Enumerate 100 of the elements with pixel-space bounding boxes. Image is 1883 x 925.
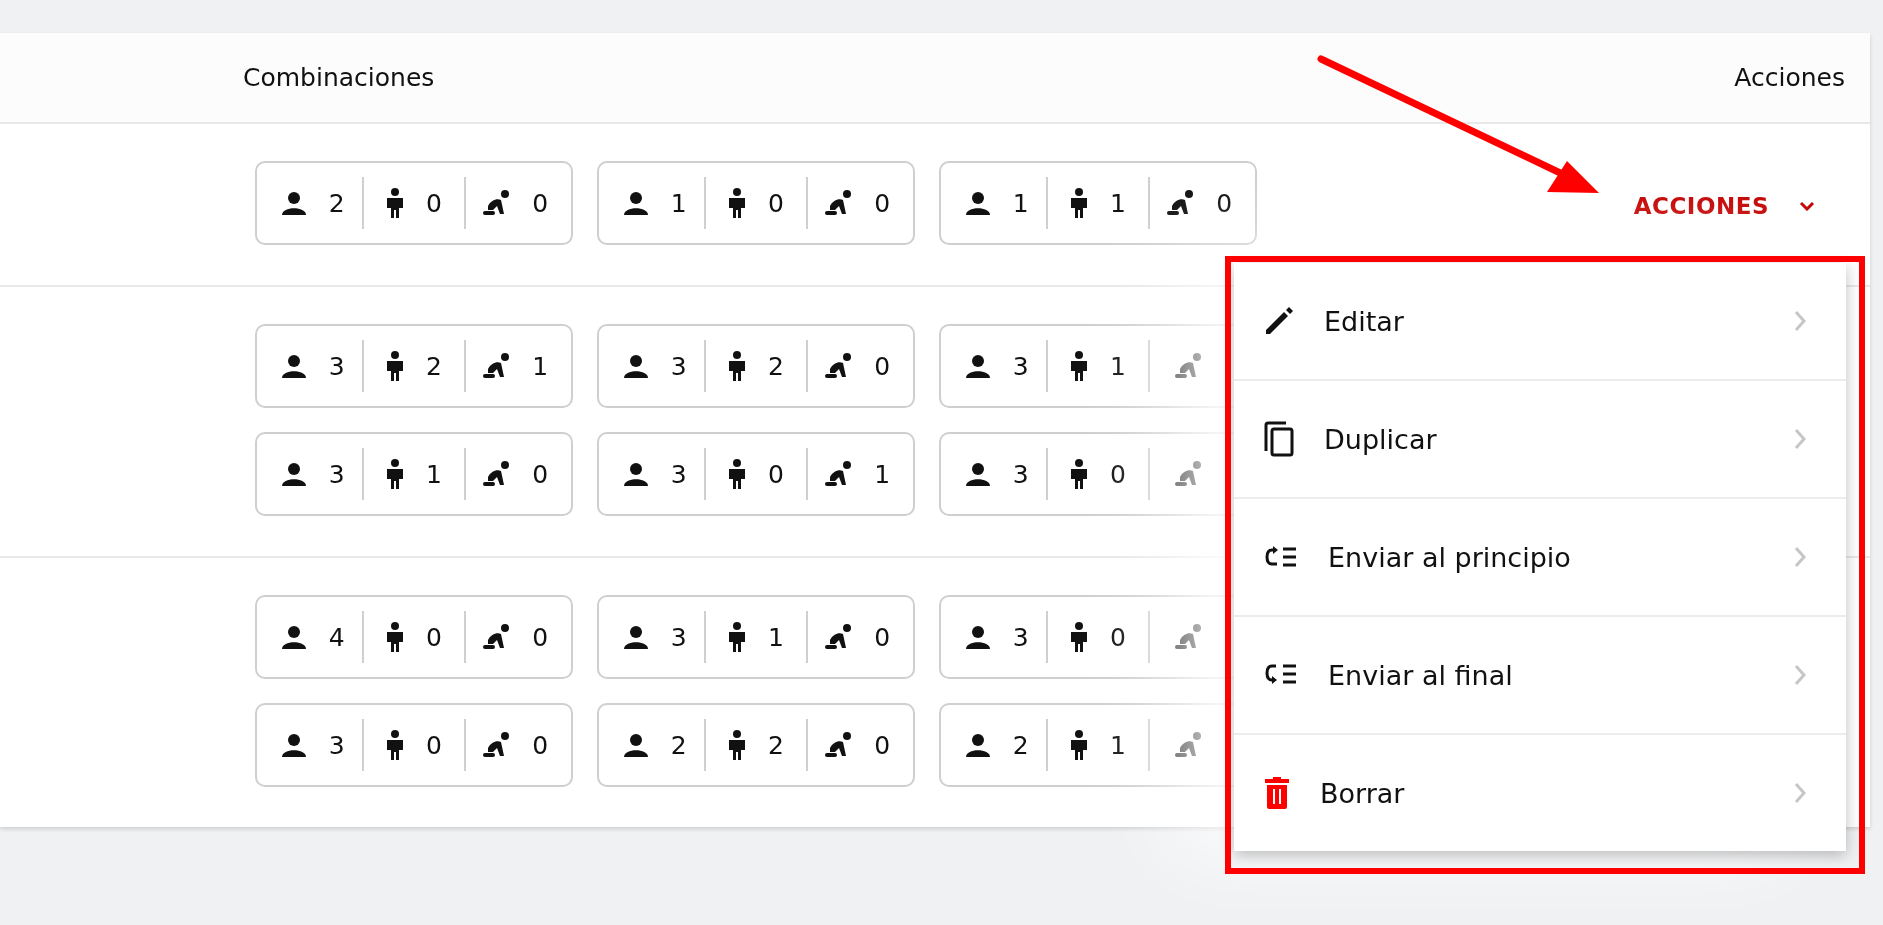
child-icon xyxy=(1070,730,1089,760)
child-icon xyxy=(1070,351,1089,381)
adult-count: 3 xyxy=(1012,459,1029,489)
person-icon xyxy=(622,733,649,757)
child-count: 2 xyxy=(768,351,784,381)
person-icon xyxy=(964,625,991,649)
adult-count: 3 xyxy=(1012,622,1029,652)
child-count: 0 xyxy=(426,188,442,218)
column-header: Combinaciones xyxy=(243,63,436,92)
baby-count: 0 xyxy=(1216,188,1233,218)
chevron-right-icon xyxy=(1794,546,1806,568)
adult-count: 3 xyxy=(670,622,687,652)
reorder-down-icon xyxy=(1264,663,1298,687)
crawling-baby-icon xyxy=(824,461,853,487)
adult-count: 2 xyxy=(328,188,345,218)
baby-count: 0 xyxy=(874,730,891,760)
person-icon xyxy=(964,733,991,757)
child-icon xyxy=(1070,188,1089,218)
person-icon xyxy=(964,354,991,378)
adult-count: 1 xyxy=(670,188,687,218)
child-icon xyxy=(386,188,405,218)
baby-count: 0 xyxy=(874,188,891,218)
child-icon xyxy=(1070,622,1089,652)
child-count: 0 xyxy=(1110,459,1126,489)
child-count: 1 xyxy=(1110,188,1126,218)
child-count: 0 xyxy=(768,188,784,218)
chevron-right-icon xyxy=(1794,428,1806,450)
baby-count: 1 xyxy=(874,459,891,489)
baby-count: 0 xyxy=(532,622,549,652)
menu-item[interactable]: Enviar al final xyxy=(1234,617,1846,735)
adult-count: 2 xyxy=(1012,730,1029,760)
child-icon xyxy=(728,730,747,760)
adult-count: 1 xyxy=(1012,188,1029,218)
adult-count: 3 xyxy=(328,459,345,489)
adult-count: 4 xyxy=(328,622,345,652)
child-icon xyxy=(386,730,405,760)
crawling-baby-icon xyxy=(824,624,853,650)
copy-icon xyxy=(1264,421,1294,457)
child-count: 2 xyxy=(768,730,784,760)
crawling-baby-icon xyxy=(482,732,511,758)
trash-icon xyxy=(1264,777,1290,809)
crawling-baby-icon xyxy=(1174,461,1203,487)
person-icon xyxy=(964,462,991,486)
child-count: 2 xyxy=(426,351,442,381)
child-count: 0 xyxy=(426,730,442,760)
child-count: 0 xyxy=(426,622,442,652)
person-icon xyxy=(622,462,649,486)
person-icon xyxy=(280,191,307,215)
adult-count: 2 xyxy=(670,730,687,760)
child-icon xyxy=(386,459,405,489)
crawling-baby-icon xyxy=(482,190,511,216)
child-icon xyxy=(386,351,405,381)
person-icon xyxy=(280,354,307,378)
crawling-baby-icon xyxy=(482,624,511,650)
child-icon xyxy=(728,622,747,652)
chevron-right-icon xyxy=(1794,664,1806,686)
child-count: 0 xyxy=(1110,622,1126,652)
child-count: 1 xyxy=(768,622,784,652)
crawling-baby-icon xyxy=(1174,353,1203,379)
adult-count: 3 xyxy=(328,730,345,760)
child-icon xyxy=(728,188,747,218)
child-count: 1 xyxy=(426,459,442,489)
baby-count: 0 xyxy=(532,459,549,489)
child-icon xyxy=(1070,459,1089,489)
actions-dropdown-button[interactable]: ACCIONES xyxy=(1633,193,1815,219)
crawling-baby-icon xyxy=(482,461,511,487)
adult-count: 3 xyxy=(670,459,687,489)
baby-count: 0 xyxy=(532,188,549,218)
child-count: 0 xyxy=(768,459,784,489)
menu-item[interactable]: Duplicar xyxy=(1234,381,1846,499)
person-icon xyxy=(280,733,307,757)
adult-count: 3 xyxy=(328,351,345,381)
crawling-baby-icon xyxy=(824,353,853,379)
crawling-baby-icon xyxy=(1174,624,1203,650)
baby-count: 0 xyxy=(532,730,549,760)
pencil-icon xyxy=(1264,306,1294,336)
crawling-baby-icon xyxy=(824,190,853,216)
person-icon xyxy=(622,191,649,215)
crawling-baby-icon xyxy=(482,353,511,379)
adult-count: 3 xyxy=(670,351,687,381)
person-icon xyxy=(280,462,307,486)
person-icon xyxy=(622,625,649,649)
chevron-right-icon xyxy=(1794,782,1806,804)
chevron-right-icon xyxy=(1794,310,1806,332)
child-icon xyxy=(728,351,747,381)
menu-item[interactable]: Enviar al principio xyxy=(1234,499,1846,617)
person-icon xyxy=(280,625,307,649)
baby-count: 1 xyxy=(532,351,549,381)
menu-item[interactable]: Borrar xyxy=(1234,735,1846,851)
crawling-baby-icon xyxy=(1166,190,1195,216)
child-icon xyxy=(728,459,747,489)
baby-count: 0 xyxy=(874,351,891,381)
reorder-up-icon xyxy=(1264,546,1298,568)
crawling-baby-icon xyxy=(824,732,853,758)
crawling-baby-icon xyxy=(1174,732,1203,758)
person-icon xyxy=(964,191,991,215)
child-count: 1 xyxy=(1110,351,1126,381)
adult-count: 3 xyxy=(1012,351,1029,381)
chevron-down-icon xyxy=(1799,201,1815,211)
menu-item[interactable]: Editar xyxy=(1234,263,1846,381)
